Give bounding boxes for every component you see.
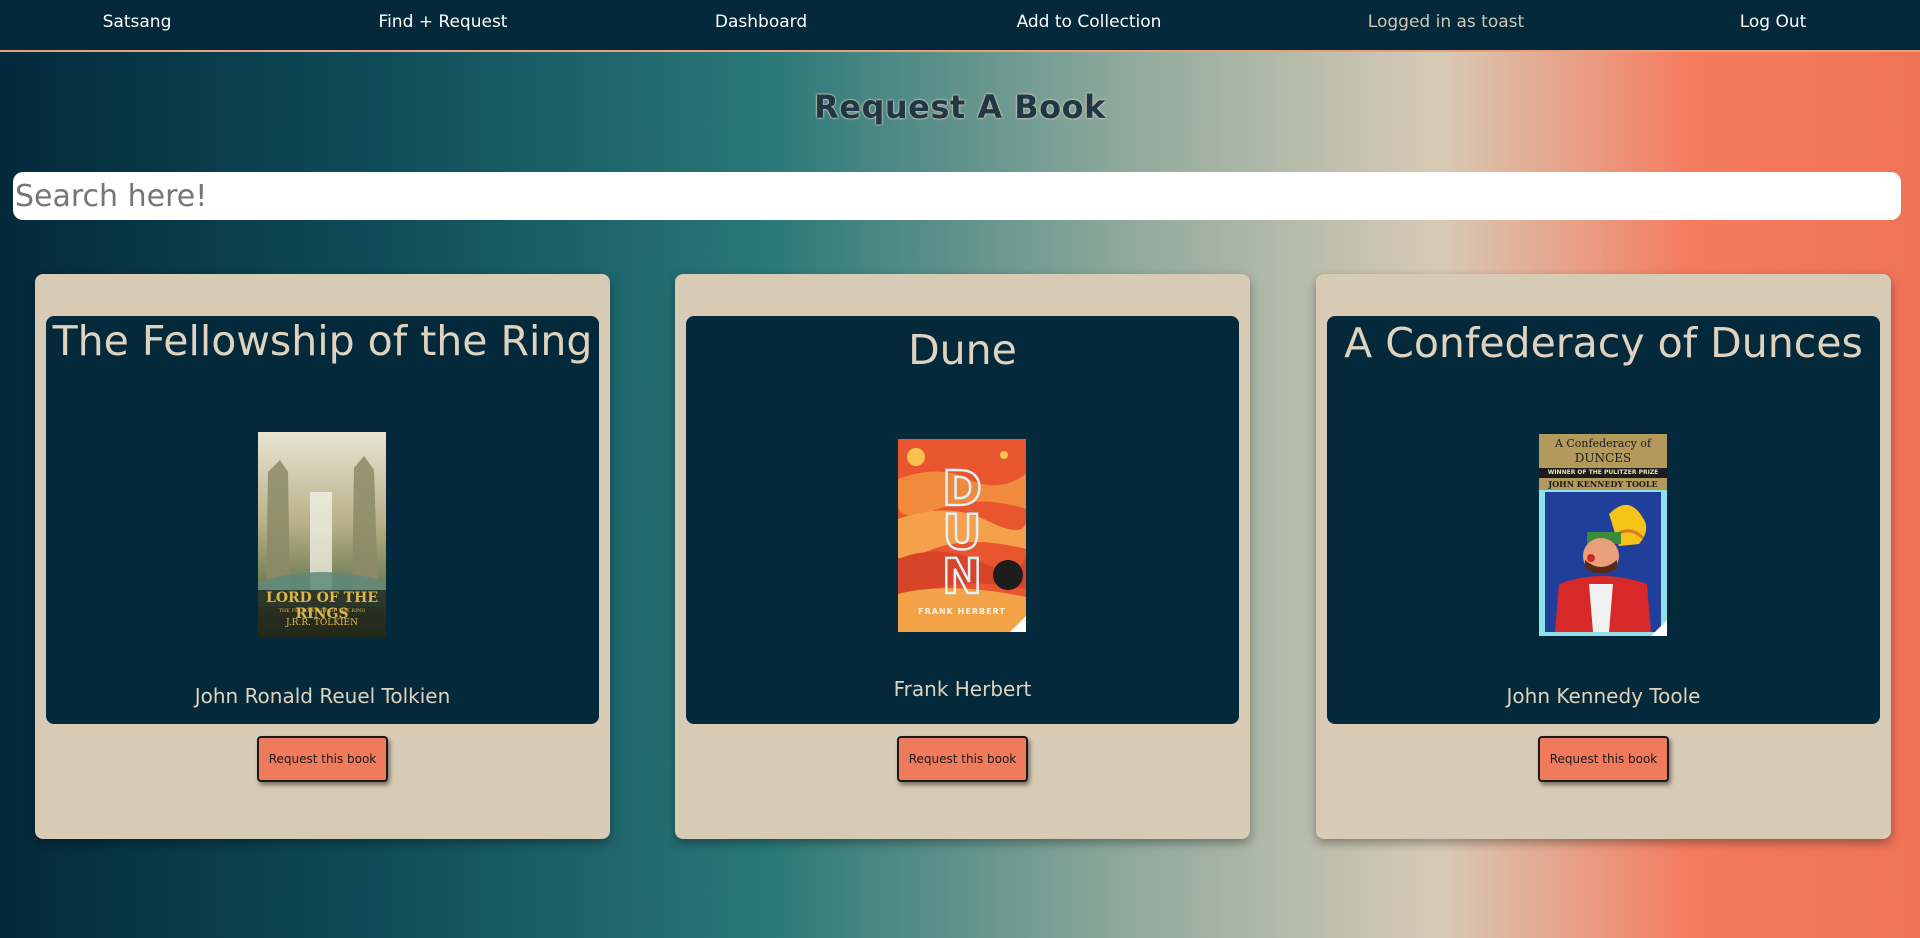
nav-add-collection-link[interactable]: Add to Collection (1017, 0, 1162, 44)
book-author: Frank Herbert (893, 677, 1032, 701)
book-cover-image: A Confederacy of DUNCES WINNER OF THE PU… (1539, 434, 1667, 636)
book-cover-image: D U N FRANK HERBERT (898, 439, 1026, 632)
search-input[interactable] (13, 172, 1901, 220)
login-status-text: Logged in as toast (1367, 12, 1525, 32)
book-author: John Ronald Reuel Tolkien (194, 684, 451, 708)
nav-dashboard-link[interactable]: Dashboard (715, 0, 807, 44)
book-author: John Kennedy Toole (1506, 684, 1701, 708)
svg-text:N: N (942, 549, 982, 605)
request-book-button[interactable]: Request this book (897, 736, 1028, 782)
nav-brand-link[interactable]: Satsang (103, 0, 172, 44)
nav-find-request-link[interactable]: Find + Request (379, 0, 508, 44)
cover-author-text: JOHN KENNEDY TOOLE (1548, 479, 1658, 489)
book-info-panel: The Fellowship of the Ring LORD OF THE R… (46, 316, 599, 724)
cover-subtitle-text: THE FELLOWSHIP OF THE RING (278, 608, 366, 614)
cover-author-text: J.R.R. TOLKIEN (286, 618, 358, 628)
book-title: Dune (908, 326, 1017, 374)
cover-award-text: WINNER OF THE PULITZER PRIZE (1547, 469, 1659, 476)
page-title: Request A Book (814, 88, 1106, 126)
book-title: The Fellowship of the Ring (52, 317, 593, 365)
cover-title-text: A Confederacy of (1554, 437, 1652, 450)
nav-logout-link[interactable]: Log Out (1740, 0, 1807, 44)
request-book-button[interactable]: Request this book (257, 736, 388, 782)
book-info-panel: A Confederacy of Dunces A Confederacy of… (1327, 316, 1880, 724)
cover-author-text: FRANK HERBERT (918, 607, 1006, 616)
book-cover-image: LORD OF THE RINGS THE FELLOWSHIP OF THE … (258, 432, 386, 637)
cover-title-text: DUNCES (1574, 451, 1632, 465)
book-card: Dune D U N FRANK HERBERT Frank Herbert R… (675, 274, 1250, 839)
top-navbar: Satsang Find + Request Dashboard Add to … (0, 0, 1920, 52)
book-title: A Confederacy of Dunces (1344, 319, 1863, 367)
book-card: A Confederacy of Dunces A Confederacy of… (1316, 274, 1891, 839)
book-card: The Fellowship of the Ring LORD OF THE R… (35, 274, 610, 839)
book-info-panel: Dune D U N FRANK HERBERT Frank Herbert (686, 316, 1239, 724)
request-book-button[interactable]: Request this book (1538, 736, 1669, 782)
